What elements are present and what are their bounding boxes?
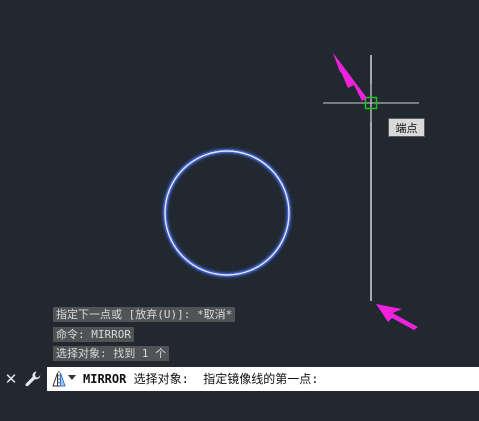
- command-history-line: 选择对象: 找到 1 个: [53, 346, 170, 361]
- drawing-canvas[interactable]: 端点 指定下一点或 [放弃(U)]: *取消* 命令: MIRROR 选择对象:…: [0, 0, 479, 421]
- command-line-bar: ✕ MIRROR 选择对象: 指定镜像线的第一点:: [0, 366, 479, 392]
- close-icon[interactable]: ✕: [3, 369, 19, 389]
- snap-tooltip: 端点: [388, 118, 425, 137]
- command-history-line: 指定下一点或 [放弃(U)]: *取消*: [53, 307, 236, 322]
- command-input[interactable]: MIRROR 选择对象: 指定镜像线的第一点:: [47, 367, 479, 391]
- command-name: MIRROR: [83, 372, 127, 386]
- arrow-top-icon: [333, 53, 367, 101]
- command-prompt-text: 选择对象: 指定镜像线的第一点:: [126, 372, 319, 386]
- command-history-line: 命令: MIRROR: [53, 327, 134, 342]
- wrench-icon[interactable]: [24, 370, 42, 388]
- chevron-down-icon[interactable]: [68, 375, 76, 380]
- selected-circle-outline: [164, 150, 290, 276]
- command-prompt: MIRROR 选择对象: 指定镜像线的第一点:: [83, 367, 318, 391]
- mirror-icon: [52, 371, 66, 387]
- bottom-strip: [0, 392, 479, 421]
- arrow-bottom-icon: [376, 304, 418, 330]
